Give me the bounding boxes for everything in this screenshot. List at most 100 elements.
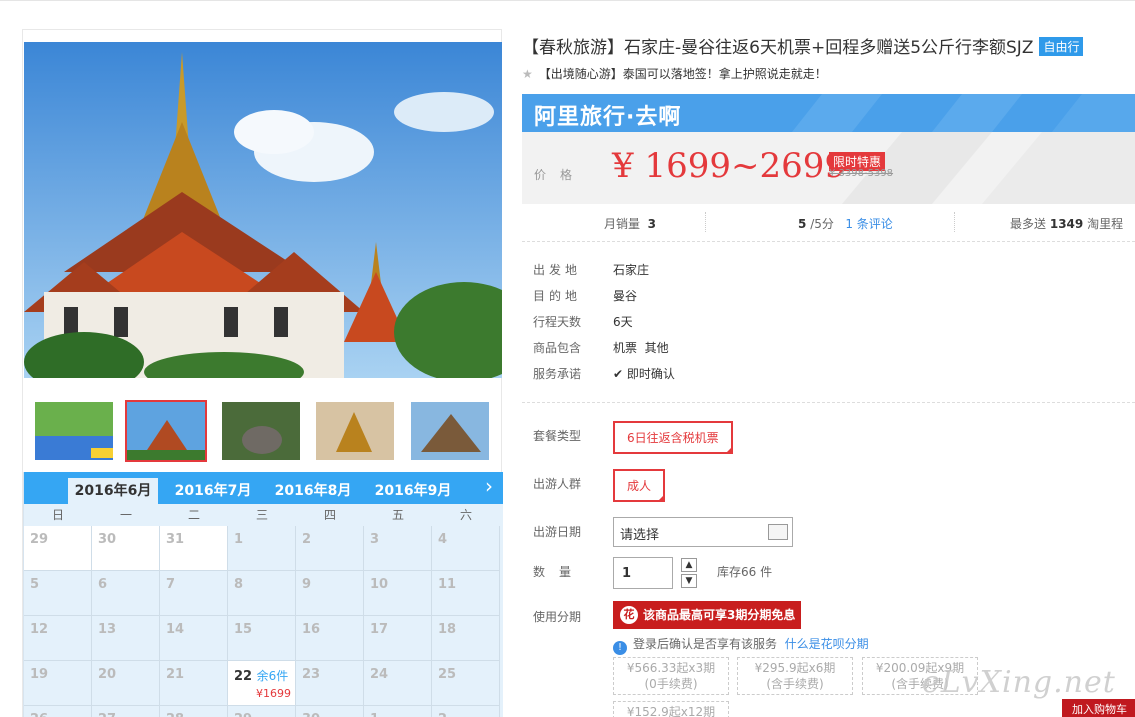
calendar-day[interactable]: 14 [160,616,228,661]
thumbnail-4[interactable] [314,400,396,462]
huabei-promo-banner[interactable]: 花该商品最高可享3期分期免息 [613,601,801,629]
day-stock: 余6件 [256,669,289,683]
attr-label-departure: 出发地 [533,263,582,277]
installment-fee: (0手续费) [644,677,698,691]
increment-button[interactable]: ▲ [681,558,697,572]
product-page: 2016年6月 2016年7月 2016年8月 2016年9月 › 日 一 二 … [0,0,1135,717]
huabei-icon: 花 [620,606,638,624]
attr-value-days: 6天 [613,315,633,329]
points: 最多送 1349 淘里程 [1010,215,1123,232]
calendar-day[interactable]: 6 [92,571,160,616]
tab-month-1[interactable]: 2016年6月 [68,478,158,504]
tab-month-3[interactable]: 2016年8月 [268,478,358,504]
calendar-day[interactable]: 12 [24,616,92,661]
date-label: 出游日期 [533,525,582,539]
calendar-day[interactable]: 1 [364,706,432,717]
installment-price: ¥295.9起x6期 [754,661,836,675]
installment-option-12[interactable]: ¥152.9起x12期 [613,701,729,717]
rating: 5 /5分 1 条评论 [798,215,893,232]
calendar-day[interactable]: 10 [364,571,432,616]
add-to-cart-button[interactable]: 加入购物车 [1062,699,1135,717]
calendar-day[interactable]: 28 [160,706,228,717]
package-option-6day[interactable]: 6日往返含税机票 [613,421,733,454]
service-value: 即时确认 [626,367,675,381]
weekday-mon: 一 [92,504,160,526]
reviews-link[interactable]: 1 条评论 [845,217,892,231]
calendar-day[interactable]: 16 [296,616,364,661]
section-divider [522,402,1135,403]
price-box: 价格 ¥ 1699~2699 限时特惠 ¥ 3398-5398 [522,132,1135,204]
calendar-day[interactable]: 29 [24,526,92,571]
calendar-day[interactable]: 31 [160,526,228,571]
calendar-day[interactable]: 19 [24,661,92,706]
calendar-day[interactable]: 24 [364,661,432,706]
calendar-day[interactable]: 3 [364,526,432,571]
product-title-text: 【春秋旅游】石家庄-曼谷往返6天机票+回程多赠送5公斤行李额SJZ [522,38,1034,58]
brand-logo-text: 阿里旅行·去啊 [534,105,682,130]
calendar-day[interactable]: 1 [228,526,296,571]
departure-date-input[interactable]: 请选择 [613,517,793,547]
calendar-day[interactable]: 11 [432,571,500,616]
chevron-right-icon[interactable]: › [485,474,493,498]
installment-option-6[interactable]: ¥295.9起x6期 (含手续费) [737,657,853,695]
calendar-day[interactable]: 30 [296,706,364,717]
calendar-day[interactable]: 15 [228,616,296,661]
calendar-day[interactable]: 17 [364,616,432,661]
thumbnail-1[interactable] [33,400,115,462]
calendar-day[interactable]: 29 [228,706,296,717]
monthly-sales: 月销量 3 [604,215,656,232]
thumbnail-2[interactable] [125,400,207,462]
weekday-tue: 二 [160,504,228,526]
package-label: 套餐类型 [533,429,582,443]
day-number: 22 [234,669,253,684]
calendar-day[interactable]: 18 [432,616,500,661]
installment-fee: (含手续费) [766,677,824,691]
tab-month-2[interactable]: 2016年7月 [168,478,258,504]
installment-price: ¥566.33起x3期 [626,661,716,675]
calendar-day[interactable]: 26 [24,706,92,717]
calendar-day[interactable]: 9 [296,571,364,616]
decrement-button[interactable]: ▼ [681,574,697,588]
calendar-day[interactable]: 4 [432,526,500,571]
calendar-icon[interactable] [768,524,788,540]
people-option-adult[interactable]: 成人 [613,469,666,502]
calendar-day[interactable]: 23 [296,661,364,706]
calendar-day[interactable]: 7 [160,571,228,616]
points-value: 1349 [1049,217,1084,231]
calendar-day[interactable]: 5 [24,571,92,616]
watermark: eLvXing.net [922,665,1116,700]
huabei-help-link[interactable]: 什么是花呗分期 [785,637,869,651]
calendar-day[interactable]: 20 [92,661,160,706]
weekday-sun: 日 [24,504,92,526]
huabei-text: 该商品最高可享3期分期免息 [643,608,796,622]
main-product-image [24,42,502,378]
subtitle-text: 【出境随心游】泰国可以落地签！拿上护照说走就走！ [538,67,827,81]
attr-value-includes: 机票 其他 [613,341,669,355]
weekday-fri: 五 [364,504,432,526]
thumbnail-strip [23,392,501,468]
rating-suffix: /5分 [810,217,834,231]
calendar-day[interactable]: 13 [92,616,160,661]
stats-divider [954,212,955,232]
calendar-day[interactable]: 2 [296,526,364,571]
installment-price: ¥152.9起x12期 [626,705,716,717]
qty-label: 数量 [533,565,586,579]
calendar-day[interactable]: 25 [432,661,500,706]
tab-month-4[interactable]: 2016年9月 [368,478,458,504]
calendar-day-available[interactable]: 22 余6件 ¥1699 [228,661,296,706]
thumbnail-3[interactable] [220,400,302,462]
thumbnail-5[interactable] [409,400,491,462]
calendar-day[interactable]: 30 [92,526,160,571]
installment-option-3[interactable]: ¥566.33起x3期 (0手续费) [613,657,729,695]
monthly-sales-value: 3 [647,217,657,231]
quantity-input[interactable]: 1 [613,557,673,589]
attr-value-departure: 石家庄 [613,263,650,277]
date-placeholder: 请选择 [620,528,660,543]
calendar-day[interactable]: 21 [160,661,228,706]
attr-value-service: ✔ 即时确认 [613,365,675,382]
star-icon[interactable]: ★ [522,67,533,81]
calendar-day[interactable]: 27 [92,706,160,717]
calendar-day[interactable]: 8 [228,571,296,616]
calendar-day[interactable]: 2 [432,706,500,717]
attr-label-includes: 商品包含 [533,341,582,355]
